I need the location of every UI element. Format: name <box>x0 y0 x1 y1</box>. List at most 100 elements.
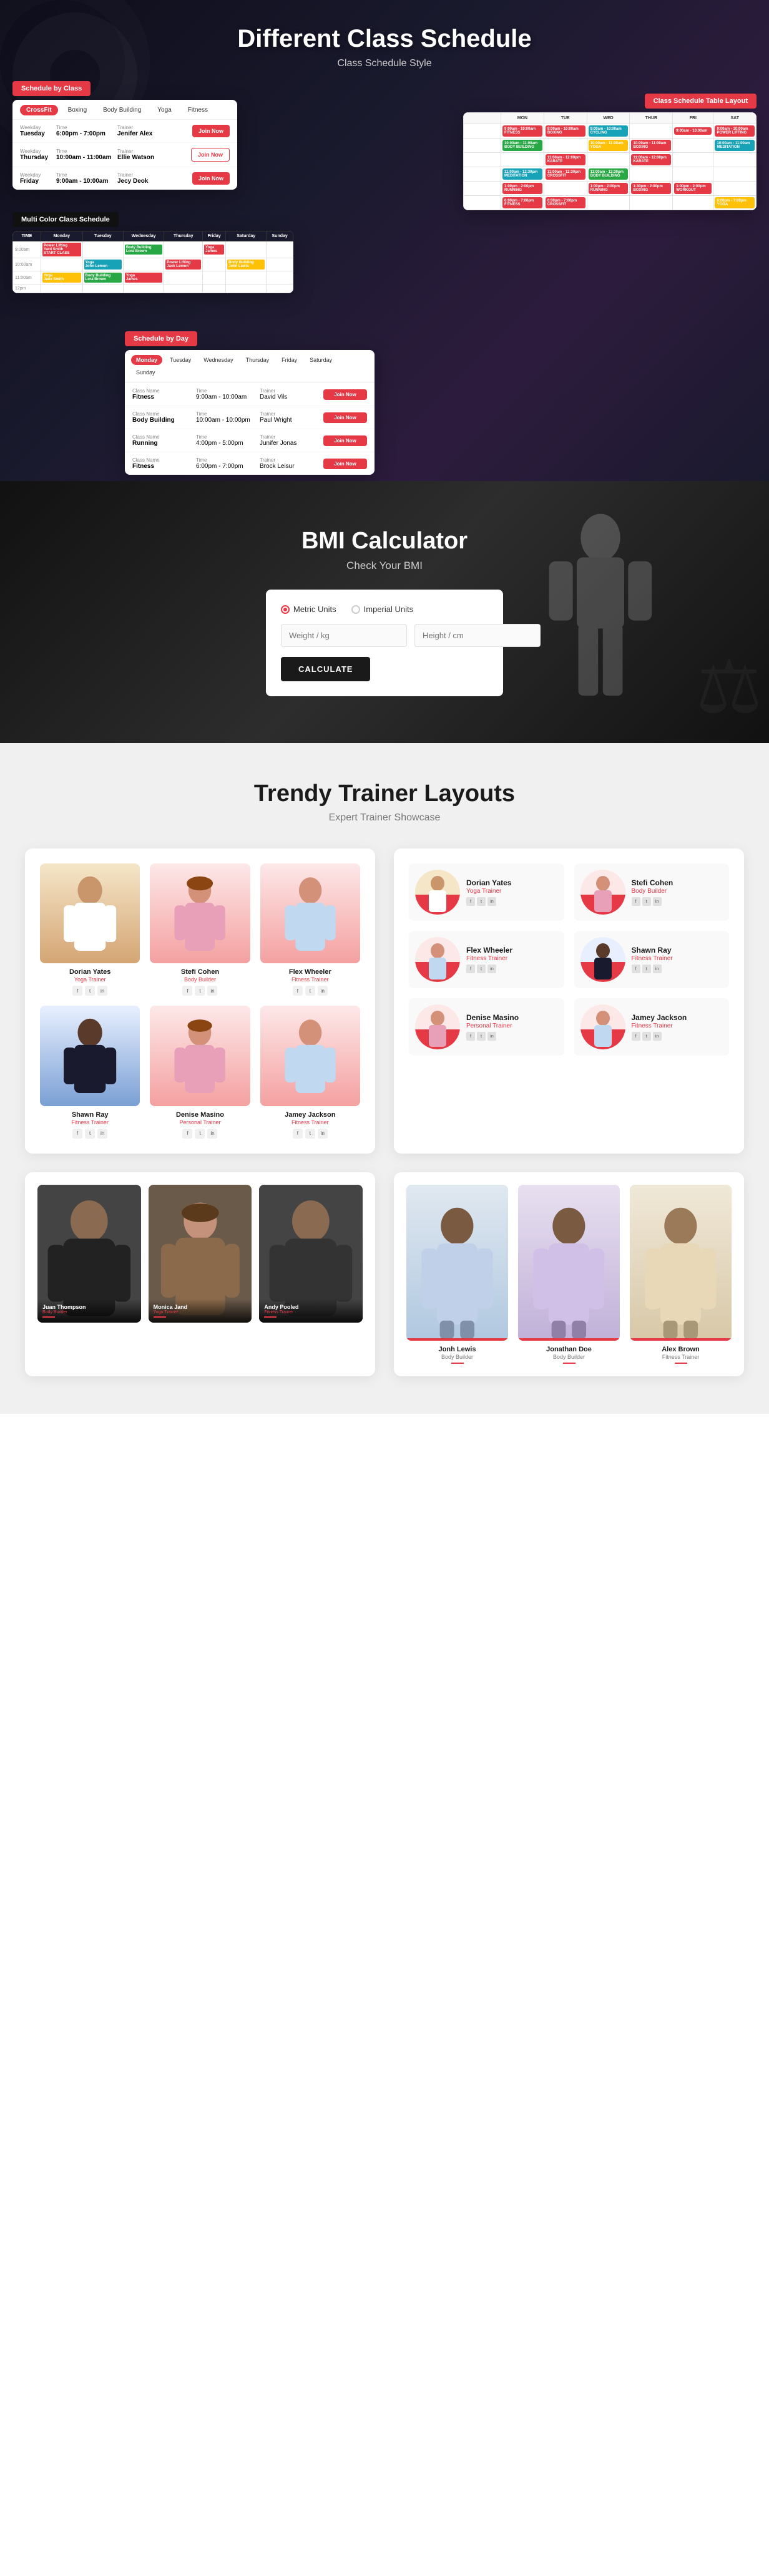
twitter-icon-5[interactable]: t <box>195 1129 205 1139</box>
day-join-btn-4[interactable]: Join Now <box>323 459 367 469</box>
class-row-2: WeekdayThursday Time10:00am - 11:00am Tr… <box>12 143 237 167</box>
join-btn-1[interactable]: Join Now <box>192 125 230 137</box>
social-t-3[interactable]: t <box>477 965 486 973</box>
social-t-4[interactable]: t <box>642 965 651 973</box>
trainer-top-grid: Dorian Yates Yoga Trainer f t in <box>25 848 744 1154</box>
day-join-btn-1[interactable]: Join Now <box>323 389 367 400</box>
facebook-icon-4[interactable]: f <box>72 1129 82 1139</box>
social-f[interactable]: f <box>466 897 475 906</box>
instagram-icon-5[interactable]: in <box>207 1129 217 1139</box>
instagram-icon-4[interactable]: in <box>97 1129 107 1139</box>
facebook-icon-2[interactable]: f <box>182 986 192 996</box>
metric-radio-label[interactable]: Metric Units <box>281 605 336 614</box>
bmi-subtitle: Check Your BMI <box>266 560 503 572</box>
tab-yoga[interactable]: Yoga <box>151 105 177 115</box>
social-in-2[interactable]: in <box>653 897 662 906</box>
photo-card-juan: Juan Thompson Body Builder <box>37 1185 141 1323</box>
instagram-icon-2[interactable]: in <box>207 986 217 996</box>
table-layout-wrapper: Class Schedule Table Layout MON TUE WED … <box>463 94 757 210</box>
schedule-by-day-wrapper: Schedule by Day Monday Tuesday Wednesday… <box>125 331 375 475</box>
day-tab-saturday[interactable]: Saturday <box>305 355 337 365</box>
trainer-section: Trendy Trainer Layouts Expert Trainer Sh… <box>0 743 769 1414</box>
join-btn-2[interactable]: Join Now <box>191 148 230 162</box>
social-in-5[interactable]: in <box>487 1032 496 1041</box>
circular-card-shawn: Shawn Ray Fitness Trainer f t in <box>574 931 730 988</box>
day-tab-sunday[interactable]: Sunday <box>131 367 160 377</box>
tab-boxing[interactable]: Boxing <box>62 105 94 115</box>
day-tab-monday[interactable]: Monday <box>131 355 162 365</box>
metric-radio-dot[interactable] <box>281 605 290 614</box>
social-t-2[interactable]: t <box>642 897 651 906</box>
schedule-table: MON TUE WED THUR FRI SAT 9:00am - 10:00a… <box>463 112 757 210</box>
bmi-content: BMI Calculator Check Your BMI Metric Uni… <box>266 528 503 696</box>
instagram-icon[interactable]: in <box>97 986 107 996</box>
trainer-circular-layout: Dorian Yates Yoga Trainer f t in <box>394 848 744 1154</box>
join-btn-3[interactable]: Join Now <box>192 172 230 185</box>
standing-photo-placeholder <box>630 1185 732 1341</box>
photo-name-juan: Juan Thompson <box>42 1304 136 1310</box>
imperial-radio-label[interactable]: Imperial Units <box>351 605 413 614</box>
social-f-6[interactable]: f <box>632 1032 640 1041</box>
social-f-4[interactable]: f <box>632 965 640 973</box>
social-f-2[interactable]: f <box>632 897 640 906</box>
height-input[interactable] <box>414 624 541 647</box>
twitter-icon-3[interactable]: t <box>305 986 315 996</box>
instagram-icon-6[interactable]: in <box>318 1129 328 1139</box>
facebook-icon[interactable]: f <box>72 986 82 996</box>
trainer-circular-grid: Dorian Yates Yoga Trainer f t in <box>409 863 729 1056</box>
trainer-photo-layout: Juan Thompson Body Builder <box>25 1172 375 1377</box>
metric-label: Metric Units <box>293 605 336 614</box>
instagram-icon-3[interactable]: in <box>318 986 328 996</box>
standing-card-placeholder: Alex Brown Fitness Trainer <box>630 1185 732 1364</box>
trainer-photo-jamey <box>260 1006 360 1106</box>
social-t-5[interactable]: t <box>477 1032 486 1041</box>
facebook-icon-3[interactable]: f <box>293 986 303 996</box>
class-row-1: WeekdayTuesday Time6:00pm - 7:00pm Train… <box>12 120 237 143</box>
social-in-4[interactable]: in <box>653 965 662 973</box>
social-f-5[interactable]: f <box>466 1032 475 1041</box>
trainer-card-dorian: Dorian Yates Yoga Trainer f t in <box>40 863 140 996</box>
circle-photo-flex <box>415 937 460 982</box>
photo-overlay-juan: Juan Thompson Body Builder <box>37 1299 141 1323</box>
trainer-socials-flex: f t in <box>260 986 360 996</box>
tab-fitness[interactable]: Fitness <box>182 105 214 115</box>
imperial-radio-dot[interactable] <box>351 605 360 614</box>
calculate-button[interactable]: CALCULATE <box>281 657 370 681</box>
facebook-icon-6[interactable]: f <box>293 1129 303 1139</box>
trainer-card-shawn: Shawn Ray Fitness Trainer f t in <box>40 1006 140 1138</box>
social-in-6[interactable]: in <box>653 1032 662 1041</box>
hero-section: Different Class Schedule Class Schedule … <box>0 0 769 481</box>
trainer-bottom-grid: Juan Thompson Body Builder <box>25 1172 744 1377</box>
facebook-icon-5[interactable]: f <box>182 1129 192 1139</box>
day-tab-friday[interactable]: Friday <box>277 355 302 365</box>
day-tab-tuesday[interactable]: Tuesday <box>165 355 196 365</box>
social-in-3[interactable]: in <box>487 965 496 973</box>
trainer-standing-cards: Jonh Lewis Body Builder <box>406 1185 732 1364</box>
day-join-btn-2[interactable]: Join Now <box>323 412 367 423</box>
circular-card-denise: Denise Masino Personal Trainer f t in <box>409 998 564 1056</box>
twitter-icon-4[interactable]: t <box>85 1129 95 1139</box>
twitter-icon[interactable]: t <box>85 986 95 996</box>
twitter-icon-6[interactable]: t <box>305 1129 315 1139</box>
social-f-3[interactable]: f <box>466 965 475 973</box>
trainer-socials-denise: f t in <box>150 1129 250 1139</box>
social-in[interactable]: in <box>487 897 496 906</box>
social-t-6[interactable]: t <box>642 1032 651 1041</box>
circular-card-dorian: Dorian Yates Yoga Trainer f t in <box>409 863 564 921</box>
schedule-by-class-label: Schedule by Class <box>12 81 91 96</box>
weight-input[interactable] <box>281 624 407 647</box>
day-tab-wednesday[interactable]: Wednesday <box>198 355 238 365</box>
trainer-standing-layout: Jonh Lewis Body Builder <box>394 1172 744 1377</box>
tab-bodybuilding[interactable]: Body Building <box>97 105 147 115</box>
twitter-icon-2[interactable]: t <box>195 986 205 996</box>
trainer-row-1: Dorian Yates Yoga Trainer f t in <box>40 863 360 996</box>
social-t[interactable]: t <box>477 897 486 906</box>
class-row-3: WeekdayFriday Time9:00am - 10:00am Train… <box>12 167 237 190</box>
circular-info-flex: Flex Wheeler Fitness Trainer f t in <box>466 946 512 973</box>
day-join-btn-3[interactable]: Join Now <box>323 435 367 446</box>
day-tab-thursday[interactable]: Thursday <box>241 355 275 365</box>
circle-photo-dorian <box>415 870 460 915</box>
trainer-socials-shawn: f t in <box>40 1129 140 1139</box>
tab-crossfit[interactable]: CrossFit <box>20 105 58 115</box>
trainer-role-stefi: Body Builder <box>150 976 250 983</box>
